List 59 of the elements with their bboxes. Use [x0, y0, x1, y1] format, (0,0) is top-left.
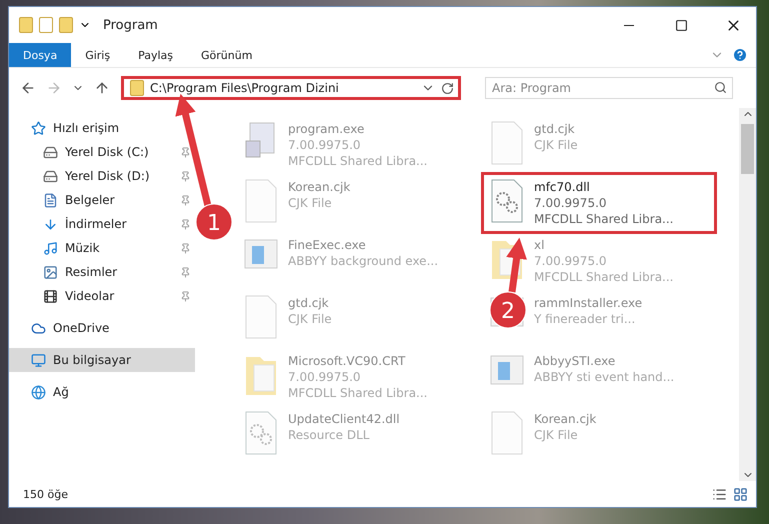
minimize-icon [624, 24, 634, 26]
help-icon[interactable] [732, 47, 748, 63]
pin-icon [180, 242, 191, 254]
pin-icon [180, 146, 191, 158]
picture-icon [43, 264, 58, 280]
pin-icon [180, 194, 191, 206]
pin-icon [180, 290, 191, 302]
file-detail: CJK File [534, 137, 578, 153]
tiles-view-icon[interactable] [733, 486, 748, 502]
address-bar[interactable]: C:\Program Files\Program Dizini [121, 76, 461, 100]
pin-icon [180, 218, 191, 230]
file-detail: 7.00.9975.0 [534, 253, 608, 269]
file-detail: ABBYY sti event hand... [534, 369, 674, 385]
file-name[interactable]: mfc70.dll [534, 179, 674, 195]
star-icon [31, 120, 46, 136]
pin-icon [180, 266, 191, 278]
file-detail: CJK File [288, 195, 333, 211]
file-detail: MFCDLL Shared Libra... [288, 385, 428, 401]
download-icon [43, 216, 58, 232]
drive-icon [43, 144, 58, 160]
monitor-icon [31, 352, 46, 368]
sidebar-item[interactable]: OneDrive [9, 316, 195, 340]
refresh-icon[interactable] [441, 82, 454, 94]
sidebar-item[interactable]: Videolar [9, 284, 195, 308]
file-detail: Y finereader tri... [534, 311, 636, 327]
search-field[interactable]: Ara: Program [485, 77, 733, 99]
window-title: Program [103, 18, 159, 32]
film-icon [43, 288, 58, 304]
music-note-icon [43, 240, 58, 256]
search-icon [714, 81, 727, 94]
file-detail: MFCDLL Shared Libra... [288, 153, 428, 169]
details-view-icon[interactable] [712, 486, 727, 502]
item-count: 150 öğe [23, 488, 69, 500]
file-detail: CJK File [288, 311, 332, 327]
globe-icon [31, 384, 46, 400]
sidebar-item[interactable]: Bu bilgisayar [9, 348, 195, 372]
ribbon-tab[interactable]: Giriş [71, 43, 124, 67]
sidebar-item[interactable]: Resimler [9, 260, 195, 284]
drive-icon [43, 168, 58, 184]
file-detail: Resource DLL [288, 427, 370, 443]
scroll-thumb[interactable] [741, 124, 754, 174]
ribbon-tab[interactable]: Görünüm [187, 43, 266, 67]
file-detail: MFCDLL Shared Libra... [534, 211, 674, 227]
file-detail: 7.00.9975.0 [288, 369, 362, 385]
ribbon-tab[interactable]: Paylaş [124, 43, 187, 67]
scrollbar[interactable] [739, 108, 756, 481]
folder-icon [130, 80, 144, 96]
file-detail: 7.00.9975.0 [288, 137, 362, 153]
file-detail: CJK File [534, 427, 579, 443]
document-icon [43, 192, 58, 208]
ribbon-tab[interactable]: Dosya [9, 43, 72, 67]
file-detail: MFCDLL Shared Libra... [534, 269, 674, 285]
file-detail: ABBYY background exe... [288, 253, 438, 269]
address-path: C:\Program Files\Program Dizini [150, 81, 340, 95]
file-detail: 7.00.9975.0 [534, 195, 608, 211]
maximize-icon [674, 18, 688, 32]
sidebar-item[interactable]: Ağ [9, 380, 195, 404]
cloud-icon [31, 320, 46, 336]
pin-icon [180, 170, 191, 182]
